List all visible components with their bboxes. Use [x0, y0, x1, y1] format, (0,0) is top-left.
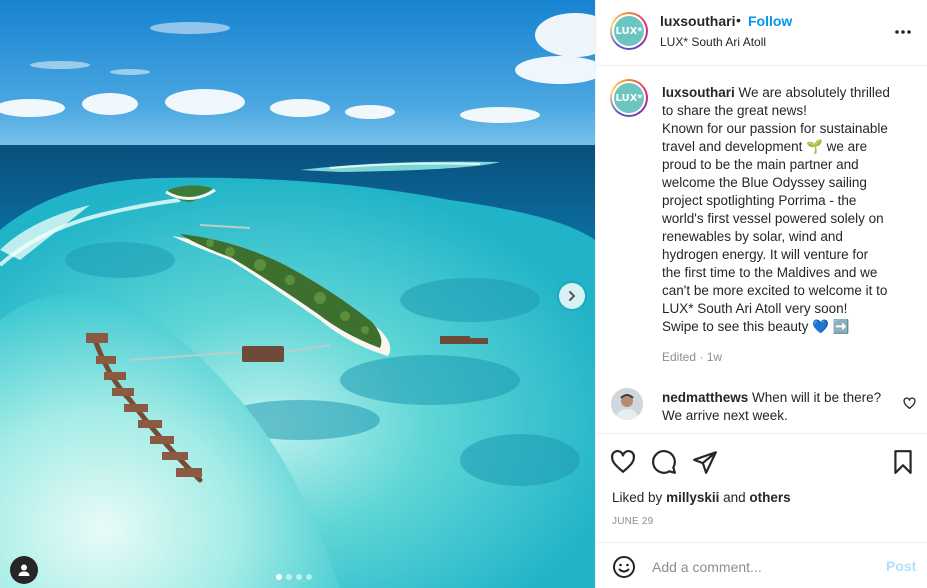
post-media[interactable]: [0, 0, 595, 588]
post-caption: luxsouthari We are absolutely thrilled t…: [662, 85, 890, 334]
carousel-indicator: [276, 574, 312, 580]
caption-meta: Edited · 1w: [662, 350, 723, 364]
brand-logo: LUX*: [614, 16, 644, 46]
comments-section[interactable]: LUX* luxsouthari We are absolutely thril…: [596, 67, 927, 433]
carousel-dot: [306, 574, 312, 580]
comment-body: When will it be there?: [752, 390, 882, 405]
follow-button[interactable]: Follow: [748, 13, 792, 29]
post-date[interactable]: JUNE 29: [612, 516, 653, 527]
likes-summary: Liked by millyskii and others: [612, 490, 791, 505]
caption-username[interactable]: luxsouthari: [662, 85, 735, 100]
heart-icon[interactable]: [610, 449, 636, 475]
author-avatar[interactable]: LUX*: [610, 12, 648, 50]
more-horizontal-icon[interactable]: [893, 22, 913, 42]
brand-logo: LUX*: [614, 83, 644, 113]
user-tag-icon: [18, 564, 30, 576]
comment-body-line2: We arrive next week.: [662, 408, 788, 423]
post-actions: Liked by millyskii and others JUNE 29 Po…: [596, 433, 927, 588]
avatar-photo: [611, 388, 643, 420]
carousel-dot: [286, 574, 292, 580]
carousel-dot-active: [276, 574, 282, 580]
post-header: LUX* luxsouthari • Follow LUX* South Ari…: [596, 0, 927, 66]
emoji-icon[interactable]: [612, 555, 636, 579]
comment-icon[interactable]: [651, 449, 677, 475]
caption-age[interactable]: 1w: [707, 350, 722, 364]
post-photo: [0, 0, 595, 588]
liked-by-user[interactable]: millyskii: [666, 490, 719, 505]
post-side-panel: LUX* luxsouthari • Follow LUX* South Ari…: [595, 0, 927, 588]
chevron-right-icon: [569, 291, 575, 301]
heart-small-icon[interactable]: [903, 397, 916, 410]
header-separator: •: [736, 12, 741, 28]
liked-by-others[interactable]: others: [749, 490, 790, 505]
edited-label: Edited: [662, 350, 697, 364]
caption-avatar[interactable]: LUX*: [610, 79, 648, 117]
bookmark-icon[interactable]: [890, 449, 916, 475]
post-comment-button[interactable]: Post: [886, 558, 916, 574]
comment-input[interactable]: [652, 557, 872, 577]
send-icon[interactable]: [692, 449, 718, 475]
comment-username[interactable]: nedmatthews: [662, 390, 748, 405]
instagram-post: LUX* luxsouthari • Follow LUX* South Ari…: [0, 0, 927, 588]
tagged-users-button[interactable]: [10, 556, 38, 584]
author-username[interactable]: luxsouthari: [660, 13, 735, 29]
add-comment-bar: Post: [596, 542, 927, 588]
post-location[interactable]: LUX* South Ari Atoll: [660, 35, 766, 49]
comment: nedmatthews When will it be there? We ar…: [662, 389, 892, 425]
commenter-avatar[interactable]: [611, 388, 643, 420]
next-slide-button[interactable]: [559, 283, 585, 309]
carousel-dot: [296, 574, 302, 580]
